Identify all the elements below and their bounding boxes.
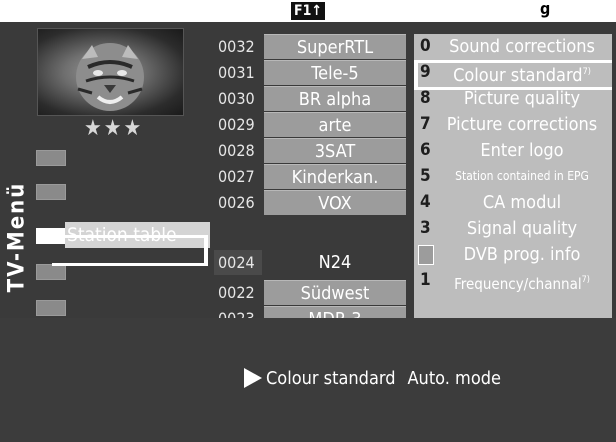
option-label: Picture corrections [446, 114, 598, 135]
channel-preview-image [37, 28, 184, 116]
option-ca-modul[interactable]: 4 CA modul [414, 190, 612, 215]
option-picture-corrections[interactable]: 7 Picture corrections [414, 112, 612, 137]
option-station-in-epg[interactable]: 5 Station contained in EPG [414, 164, 612, 189]
station-name: SuperRTL [264, 34, 406, 59]
option-enter-logo[interactable]: 6 Enter logo [414, 138, 612, 163]
option-key: 7 [420, 114, 431, 134]
menu-slot-1[interactable] [36, 150, 66, 166]
station-name: arte [264, 112, 406, 137]
station-number: 0024 [214, 250, 262, 275]
station-name: VOX [264, 190, 406, 215]
header-corner-text: g [540, 0, 551, 18]
option-dvb-prog-info[interactable]: DVB prog. info [414, 242, 612, 267]
option-key: 0 [420, 36, 431, 56]
menu-slot-5[interactable] [36, 300, 66, 316]
station-number: 0028 [214, 138, 262, 163]
f1-label: F1 [294, 3, 312, 19]
station-name: N24 [264, 250, 406, 275]
option-selection-frame [414, 60, 612, 90]
station-row[interactable]: 0027 Kinderkan. [210, 164, 410, 190]
option-label: Enter logo [480, 140, 564, 161]
station-number: 0029 [214, 112, 262, 137]
tiger-image [76, 43, 144, 111]
option-label: Station contained in EPG [455, 169, 589, 183]
play-arrow-icon [244, 368, 262, 388]
option-label: Sound corrections [449, 36, 595, 57]
station-name: BR alpha [264, 86, 406, 111]
station-row-selected[interactable]: 0024 N24 [210, 250, 410, 276]
station-row[interactable]: 0026 VOX [210, 190, 410, 216]
station-selection-frame [52, 235, 208, 266]
station-number: 0031 [214, 60, 262, 85]
station-row[interactable]: 0022 Südwest [210, 280, 410, 306]
option-label-wrap: Frequency/channal7) [434, 268, 610, 297]
option-frequency-channal[interactable]: 1 Frequency/channal7) [414, 268, 612, 293]
option-signal-quality[interactable]: 3 Signal quality [414, 216, 612, 241]
setting-value[interactable]: Auto. mode [407, 368, 501, 389]
station-row[interactable]: 0028 3SAT [210, 138, 410, 164]
status-panel: Colour standard Auto. mode [0, 318, 616, 442]
station-number: 0030 [214, 86, 262, 111]
option-label: Signal quality [466, 218, 578, 239]
station-row[interactable]: 0031 Tele-5 [210, 60, 410, 86]
option-key: 4 [420, 192, 431, 212]
station-row[interactable]: 0032 SuperRTL [210, 34, 410, 60]
option-label: DVB prog. info [463, 244, 581, 265]
option-key: 6 [420, 140, 431, 160]
option-label: Frequency/channal [454, 275, 582, 293]
option-label: CA modul [482, 192, 562, 213]
menu-slot-4[interactable] [36, 264, 66, 280]
tv-menu-title: TV-Menü [0, 142, 34, 332]
station-row[interactable]: 0030 BR alpha [210, 86, 410, 112]
option-key: 3 [420, 218, 431, 238]
station-number: 0022 [214, 280, 262, 305]
station-name: Südwest [264, 280, 406, 305]
f1-key-indicator[interactable]: F1↑ [291, 2, 325, 20]
station-name: Tele-5 [264, 60, 406, 85]
footnote-marker: 7) [581, 275, 590, 285]
up-arrow-icon: ↑ [311, 3, 322, 19]
rating-stars: ★★★ [84, 116, 144, 141]
option-key: 5 [420, 166, 431, 186]
top-bar: F1↑ g [0, 0, 616, 22]
station-row[interactable]: 0029 arte [210, 112, 410, 138]
current-setting: Colour standard Auto. mode [244, 368, 501, 390]
menu-slot-2[interactable] [36, 184, 66, 200]
station-number: 0026 [214, 190, 262, 215]
tv-screen: ★★★ TV-Menü Station table 0032 SuperRTL … [0, 22, 616, 442]
station-number: 0027 [214, 164, 262, 189]
setting-label: Colour standard [266, 368, 396, 389]
blank-key-box-icon [418, 245, 434, 265]
option-key: 1 [420, 270, 431, 290]
station-list: 0032 SuperRTL 0031 Tele-5 0030 BR alpha … [210, 34, 410, 331]
station-name: Kinderkan. [264, 164, 406, 189]
option-sound-corrections[interactable]: 0 Sound corrections [414, 34, 612, 59]
station-number: 0032 [214, 34, 262, 59]
tv-menu-label: TV-Menü [4, 181, 30, 293]
station-name: 3SAT [264, 138, 406, 163]
